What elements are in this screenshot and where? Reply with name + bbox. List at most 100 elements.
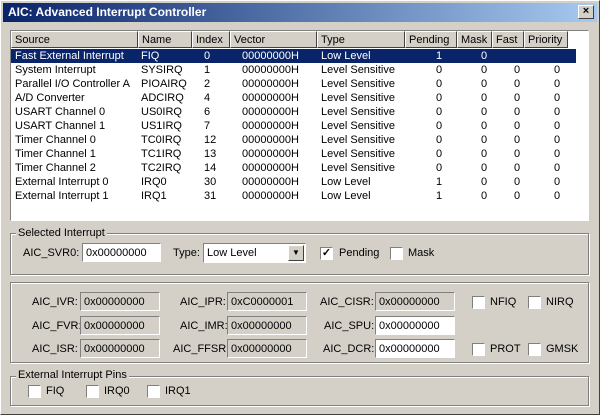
cell-priority: 0: [554, 92, 561, 104]
table-row[interactable]: USART Channel 0 US0IRQ 6 00000000H Level Sen…: [11, 105, 576, 119]
cell-index: 1: [204, 64, 211, 76]
cell-type: Level Sensitive: [321, 134, 395, 146]
cell-source: USART Channel 0: [15, 106, 106, 118]
cell-index: 0: [204, 50, 211, 62]
cell-priority: 0: [554, 120, 561, 132]
cell-source: Timer Channel 0: [15, 134, 96, 146]
table-row[interactable]: System Interrupt SYSIRQ 1 00000000H Level Se…: [11, 63, 576, 77]
cell-mask: 0: [481, 106, 488, 118]
cell-vector: 00000000H: [242, 120, 299, 132]
column-header-pending[interactable]: Pending: [405, 31, 457, 48]
cell-pending: 1: [436, 50, 443, 62]
dcr-input[interactable]: [375, 339, 455, 358]
cell-name: PIOAIRQ: [141, 78, 187, 90]
cell-vector: 00000000H: [242, 78, 299, 90]
ivr-field: [80, 292, 160, 311]
cell-vector: 00000000H: [242, 92, 299, 104]
table-row[interactable]: Timer Channel 0 TC0IRQ 12 00000000H Level Se…: [11, 133, 576, 147]
cell-mask: 0: [481, 92, 488, 104]
table-row[interactable]: Fast External Interrupt FIQ 0 00000000H Low …: [11, 49, 576, 63]
interrupt-list[interactable]: Source Name Index Vector Type Pending Ma…: [10, 30, 589, 221]
nfiq-checkbox[interactable]: [472, 296, 485, 309]
cell-type: Low Level: [321, 176, 371, 188]
cell-type: Level Sensitive: [321, 120, 395, 132]
table-row[interactable]: Parallel I/O Controller A PIOAIRQ 2 0000000…: [11, 77, 576, 91]
ivr-label: AIC_IVR:: [32, 296, 78, 308]
nirq-label: NIRQ: [546, 296, 574, 308]
cell-fast: 0: [514, 92, 521, 104]
pin-fiq-checkbox[interactable]: [28, 385, 41, 398]
chevron-down-icon[interactable]: ▼: [288, 245, 304, 261]
cell-fast: 0: [514, 78, 521, 90]
isr-field: [80, 339, 160, 358]
cell-source: System Interrupt: [15, 64, 96, 76]
prot-checkbox[interactable]: [472, 343, 485, 356]
cell-pending: 0: [436, 162, 443, 174]
table-row[interactable]: Timer Channel 1 TC1IRQ 13 00000000H Level Se…: [11, 147, 576, 161]
close-button[interactable]: ×: [578, 5, 594, 19]
column-header-vector[interactable]: Vector: [230, 31, 317, 48]
pin-irq0-checkbox[interactable]: [86, 385, 99, 398]
spu-input[interactable]: [375, 316, 455, 335]
cell-mask: 0: [481, 148, 488, 160]
cell-source: Timer Channel 1: [15, 148, 96, 160]
cell-name: US1IRQ: [141, 120, 182, 132]
column-header-fast[interactable]: Fast: [492, 31, 524, 48]
cell-priority: 0: [554, 78, 561, 90]
cell-type: Level Sensitive: [321, 92, 395, 104]
cell-fast: 0: [514, 64, 521, 76]
column-header-priority[interactable]: Priority: [524, 31, 568, 48]
cell-pending: 0: [436, 64, 443, 76]
cell-pending: 1: [436, 176, 443, 188]
cell-name: US0IRQ: [141, 106, 182, 118]
pin-irq1-checkbox[interactable]: [147, 385, 160, 398]
table-row[interactable]: Timer Channel 2 TC2IRQ 14 00000000H Level Se…: [11, 161, 576, 175]
cell-name: FIQ: [141, 50, 160, 62]
column-header-name[interactable]: Name: [138, 31, 192, 48]
svr0-input[interactable]: [82, 243, 161, 262]
cell-source: External Interrupt 0: [15, 176, 109, 188]
gmsk-label: GMSK: [546, 343, 579, 355]
cell-pending: 0: [436, 92, 443, 104]
cell-pending: 1: [436, 190, 443, 202]
cell-name: TC0IRQ: [141, 134, 182, 146]
column-header-source[interactable]: Source: [11, 31, 138, 48]
table-row[interactable]: USART Channel 1 US1IRQ 7 00000000H Level Sen…: [11, 119, 576, 133]
type-select[interactable]: Low Level ▼: [203, 243, 306, 263]
table-row[interactable]: External Interrupt 0 IRQ0 30 00000000H Low L…: [11, 175, 576, 189]
cell-name: IRQ1: [141, 190, 167, 202]
pin-irq0-label: IRQ0: [104, 385, 130, 397]
cell-pending: 0: [436, 148, 443, 160]
cell-fast: 0: [514, 134, 521, 146]
table-row[interactable]: A/D Converter ADCIRQ 4 00000000H Level Sensi…: [11, 91, 576, 105]
cell-vector: 00000000H: [242, 190, 299, 202]
cell-fast: 0: [514, 148, 521, 160]
pending-checkbox[interactable]: ✓: [320, 247, 333, 260]
cell-type: Level Sensitive: [321, 162, 395, 174]
cell-fast: 0: [514, 106, 521, 118]
cell-pending: 0: [436, 78, 443, 90]
gmsk-checkbox[interactable]: [528, 343, 541, 356]
cell-fast: 0: [514, 162, 521, 174]
column-header-type[interactable]: Type: [317, 31, 405, 48]
ipr-field: [227, 292, 307, 311]
column-header-index[interactable]: Index: [192, 31, 230, 48]
cell-name: TC2IRQ: [141, 162, 182, 174]
cell-index: 4: [204, 92, 211, 104]
cell-vector: 00000000H: [242, 134, 299, 146]
column-header-mask[interactable]: Mask: [457, 31, 492, 48]
fvr-label: AIC_FVR:: [32, 320, 82, 332]
table-row[interactable]: External Interrupt 1 IRQ1 31 00000000H Low L…: [11, 189, 576, 203]
cell-source: USART Channel 1: [15, 120, 106, 132]
cell-fast: 0: [514, 120, 521, 132]
cell-mask: 0: [481, 78, 488, 90]
close-icon: ×: [582, 5, 590, 17]
cell-index: 30: [204, 176, 217, 188]
title-bar[interactable]: AIC: Advanced Interrupt Controller ×: [3, 3, 597, 22]
nirq-checkbox[interactable]: [528, 296, 541, 309]
cell-type: Low Level: [321, 190, 371, 202]
mask-checkbox[interactable]: [390, 247, 403, 260]
svr0-label: AIC_SVR0:: [23, 247, 80, 259]
external-pins-label: External Interrupt Pins: [16, 369, 129, 381]
mask-label: Mask: [408, 247, 435, 259]
